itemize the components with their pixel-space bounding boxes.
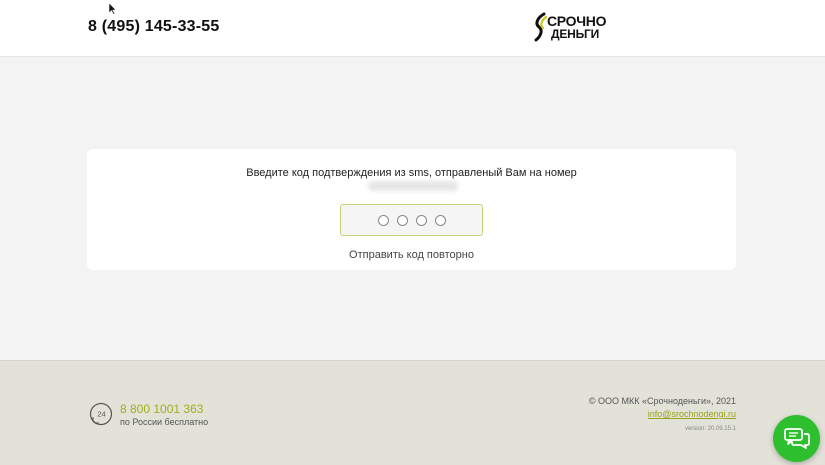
- footer-email-link[interactable]: info@srochnodengi.ru: [648, 409, 736, 419]
- mouse-cursor-icon: [109, 3, 117, 15]
- phone-24-icon: 24: [89, 402, 113, 426]
- footer-hotline[interactable]: 8 800 1001 363: [120, 402, 203, 416]
- hotline-icon-label: 24: [97, 410, 105, 419]
- chat-bubbles-icon: [783, 427, 810, 449]
- brand-logo[interactable]: СРОЧНО ДЕНЬГИ: [533, 12, 623, 44]
- masked-phone-number: [368, 181, 458, 191]
- sms-code-input[interactable]: [340, 204, 483, 236]
- logo-text-bottom: ДЕНЬГИ: [551, 27, 600, 41]
- code-digit-placeholder: [434, 214, 446, 226]
- verification-prompt: Введите код подтверждения из sms, отправ…: [246, 167, 577, 179]
- chat-button[interactable]: [773, 415, 820, 462]
- code-digit-placeholder: [415, 214, 427, 226]
- footer-version: version: 20.09.15.1: [684, 426, 736, 432]
- header: 8 (495) 145-33-55 СРОЧНО ДЕНЬГИ: [0, 0, 825, 57]
- resend-code-link[interactable]: Отправить код повторно: [87, 249, 736, 261]
- footer-hotline-note: по России бесплатно: [120, 417, 209, 427]
- code-digit-placeholder: [377, 214, 389, 226]
- header-phone[interactable]: 8 (495) 145-33-55: [88, 18, 220, 36]
- footer-copyright: © ООО МКК «Срочноденьги», 2021: [588, 396, 736, 406]
- verification-card: Введите код подтверждения из sms, отправ…: [87, 149, 736, 270]
- code-digit-placeholder: [396, 214, 408, 226]
